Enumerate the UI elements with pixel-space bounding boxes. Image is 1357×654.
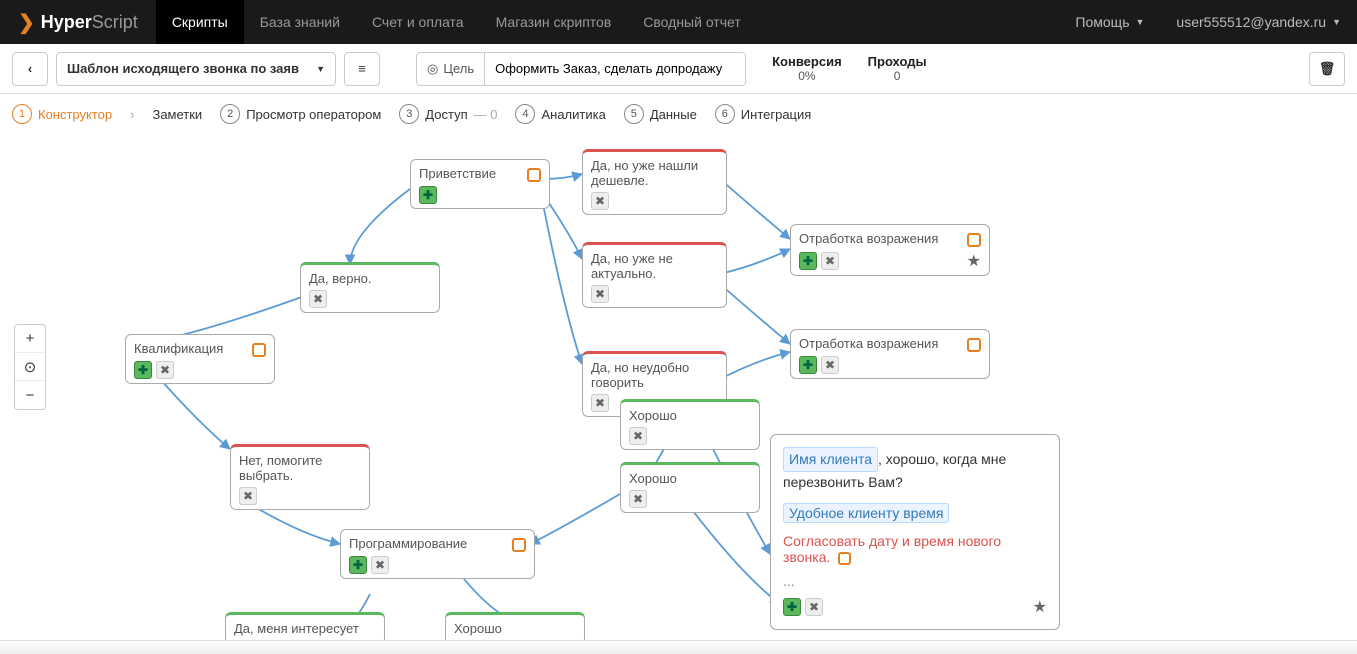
- tab-constructor[interactable]: 1Конструктор: [12, 104, 112, 124]
- node-ok-1[interactable]: Хорошо ✖: [620, 399, 760, 450]
- goal-label: ◎ Цель: [417, 53, 485, 85]
- tab-data[interactable]: 5Данные: [624, 104, 697, 124]
- checkbox-icon[interactable]: [527, 168, 541, 182]
- zoom-in-button[interactable]: +: [15, 325, 45, 353]
- logo-chevron-icon: ❯: [18, 10, 35, 35]
- close-icon[interactable]: ✖: [591, 192, 609, 210]
- variable-chip[interactable]: Имя клиента: [783, 447, 878, 472]
- trash-icon: 🗑: [1319, 61, 1336, 77]
- node-cheaper[interactable]: Да, но уже нашли дешевле. ✖: [582, 149, 727, 215]
- close-icon[interactable]: ✖: [239, 487, 257, 505]
- close-icon[interactable]: ✖: [629, 490, 647, 508]
- top-nav: ❯ HyperScript Скрипты База знаний Счет и…: [0, 0, 1357, 44]
- close-icon[interactable]: ✖: [591, 285, 609, 303]
- add-icon[interactable]: ✚: [349, 556, 367, 574]
- chevron-right-icon: ›: [130, 107, 134, 122]
- node-objection-2[interactable]: Отработка возражения ✚✖: [790, 329, 990, 379]
- add-icon[interactable]: ✚: [134, 361, 152, 379]
- chevron-down-icon: ▼: [1136, 17, 1145, 27]
- node-not-relevant[interactable]: Да, но уже не актуально. ✖: [582, 242, 727, 308]
- close-icon[interactable]: ✖: [156, 361, 174, 379]
- close-icon[interactable]: ✖: [821, 356, 839, 374]
- add-icon[interactable]: ✚: [799, 252, 817, 270]
- chevron-down-icon: ▼: [316, 64, 325, 74]
- delete-button[interactable]: 🗑: [1309, 52, 1345, 86]
- goal-input[interactable]: [485, 53, 745, 85]
- more-indicator: ...: [783, 573, 1047, 589]
- tab-integration[interactable]: 6Интеграция: [715, 104, 812, 124]
- add-icon[interactable]: ✚: [783, 598, 801, 616]
- checkbox-icon[interactable]: [967, 338, 981, 352]
- node-objection-1[interactable]: Отработка возражения ✚✖★: [790, 224, 990, 276]
- template-label: Шаблон исходящего звонка по заяв: [67, 61, 299, 76]
- nav-kb[interactable]: База знаний: [244, 0, 356, 44]
- node-ok-2[interactable]: Хорошо ✖: [620, 462, 760, 513]
- star-icon[interactable]: ★: [1033, 597, 1047, 617]
- flow-canvas[interactable]: + ⊙ − Приветствие ✚ Да, но уже нашли деш…: [0, 134, 1357, 654]
- goal-group: ◎ Цель: [416, 52, 746, 86]
- tab-preview[interactable]: 2Просмотр оператором: [220, 104, 381, 124]
- checkbox-icon[interactable]: [512, 538, 526, 552]
- checkbox-icon[interactable]: [967, 233, 981, 247]
- template-select[interactable]: Шаблон исходящего звонка по заяв ▼: [56, 52, 336, 86]
- zoom-out-button[interactable]: −: [15, 381, 45, 409]
- nav-right: Помощь▼ user555512@yandex.ru▼: [1059, 0, 1357, 44]
- add-icon[interactable]: ✚: [799, 356, 817, 374]
- chevron-down-icon: ▼: [1332, 17, 1341, 27]
- close-icon[interactable]: ✖: [371, 556, 389, 574]
- scrollbar[interactable]: [0, 640, 1357, 654]
- target-icon: ◎: [427, 61, 438, 77]
- node-detail-panel[interactable]: Имя клиента, хорошо, когда мне перезвони…: [770, 434, 1060, 630]
- add-icon[interactable]: ✚: [419, 186, 437, 204]
- toolbar: ‹ Шаблон исходящего звонка по заяв ▼ ≡ ◎…: [0, 44, 1357, 94]
- zoom-center-button[interactable]: ⊙: [15, 353, 45, 381]
- back-button[interactable]: ‹: [12, 52, 48, 86]
- close-icon[interactable]: ✖: [591, 394, 609, 412]
- close-icon[interactable]: ✖: [629, 427, 647, 445]
- node-programming[interactable]: Программирование ✚✖: [340, 529, 535, 579]
- nav-billing[interactable]: Счет и оплата: [356, 0, 480, 44]
- nav-items: Скрипты База знаний Счет и оплата Магази…: [156, 0, 757, 44]
- node-qualification[interactable]: Квалификация ✚✖: [125, 334, 275, 384]
- logo-text-2: Script: [92, 12, 138, 33]
- metric-conversion: Конверсия 0%: [772, 54, 842, 83]
- star-icon[interactable]: ★: [967, 251, 981, 271]
- node-help-choose[interactable]: Нет, помогите выбрать. ✖: [230, 444, 370, 510]
- checkbox-icon[interactable]: [252, 343, 266, 357]
- metric-passes: Проходы 0: [868, 54, 927, 83]
- logo[interactable]: ❯ HyperScript: [0, 10, 156, 35]
- variable-chip[interactable]: Удобное клиенту время: [783, 503, 949, 523]
- tab-analytics[interactable]: 4Аналитика: [515, 104, 605, 124]
- menu-button[interactable]: ≡: [344, 52, 380, 86]
- nav-user[interactable]: user555512@yandex.ru▼: [1160, 0, 1357, 44]
- tab-notes[interactable]: Заметки: [152, 107, 202, 122]
- node-greeting[interactable]: Приветствие ✚: [410, 159, 550, 209]
- task-text: Согласовать дату и время нового звонка.: [783, 533, 1001, 565]
- nav-report[interactable]: Сводный отчет: [627, 0, 756, 44]
- nav-scripts[interactable]: Скрипты: [156, 0, 244, 44]
- close-icon[interactable]: ✖: [309, 290, 327, 308]
- breadcrumb-tabs: 1Конструктор › Заметки 2Просмотр операто…: [0, 94, 1357, 134]
- close-icon[interactable]: ✖: [821, 252, 839, 270]
- tab-access[interactable]: 3Доступ — 0: [399, 104, 497, 124]
- nav-help[interactable]: Помощь▼: [1059, 0, 1160, 44]
- logo-text-1: Hyper: [41, 12, 92, 33]
- close-icon[interactable]: ✖: [805, 598, 823, 616]
- node-yes-correct[interactable]: Да, верно. ✖: [300, 262, 440, 313]
- checkbox-icon[interactable]: [838, 552, 851, 565]
- nav-store[interactable]: Магазин скриптов: [480, 0, 628, 44]
- zoom-controls: + ⊙ −: [14, 324, 46, 410]
